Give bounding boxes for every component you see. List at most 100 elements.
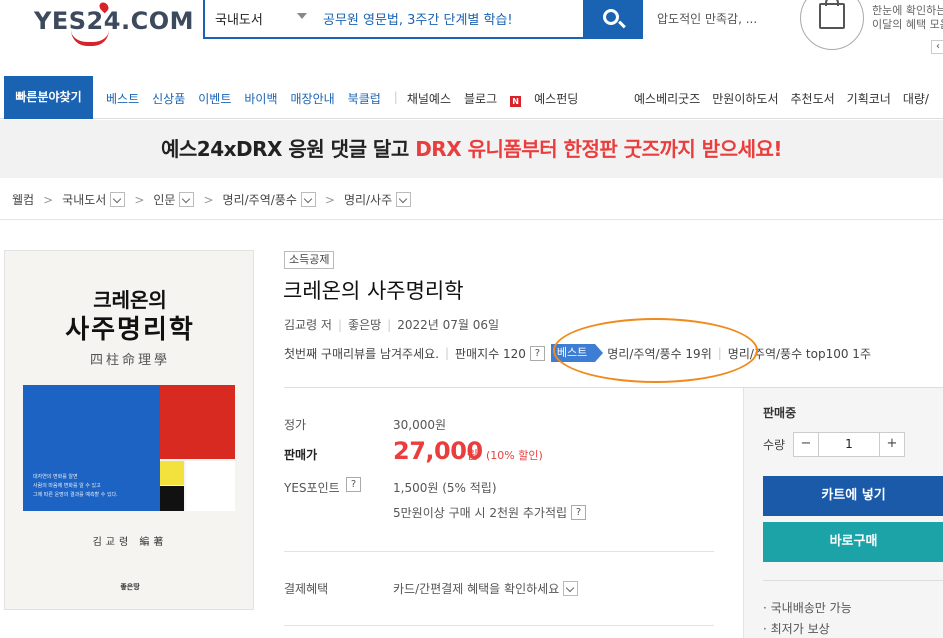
breadcrumb-home[interactable]: 웰컴 xyxy=(12,191,34,208)
nav-separator: | xyxy=(393,90,398,104)
sales-index-help-icon[interactable]: ? xyxy=(529,345,545,361)
divider xyxy=(763,580,943,581)
search-button[interactable] xyxy=(583,0,643,39)
hot-keyword-link[interactable]: 압도적인 만족감, ... xyxy=(657,10,757,27)
chevron-down-icon[interactable] xyxy=(563,581,579,596)
publish-date: 2022년 07월 06일 xyxy=(397,318,500,332)
nav-item-new[interactable]: 신상품 xyxy=(152,90,185,107)
breadcrumb-separator: > xyxy=(43,192,54,207)
header: YES24.COM 국내도서 압도적인 만족감, ... 한눈에 확인하는 이달… xyxy=(0,0,943,72)
banner-text-1: 예스24xDRX 응원 댓글 달고 xyxy=(160,137,416,161)
meta-separator: | xyxy=(337,318,343,332)
annotation-ellipse xyxy=(553,318,758,383)
breadcrumb-label: 명리/사주 xyxy=(343,193,393,207)
search-input[interactable] xyxy=(323,8,593,28)
cover-hanja-title: 四柱命理學 xyxy=(89,353,170,368)
cover-block-black xyxy=(160,486,184,511)
discount-rate: (10% 할인) xyxy=(486,449,543,462)
add-to-cart-button[interactable]: 카트에 넣기 xyxy=(763,476,943,516)
payment-benefit-text: 카드/간편결제 혜택을 확인하세요 xyxy=(393,582,560,596)
publisher-link[interactable]: 좋은땅 xyxy=(348,318,381,332)
cover-block-red xyxy=(160,385,235,459)
nav-item-goods[interactable]: 예스베리굿즈 xyxy=(634,90,700,107)
nav-item-special[interactable]: 기획코너 xyxy=(847,90,891,107)
nav-item-store[interactable]: 매장안내 xyxy=(291,90,335,107)
nav-item-blog[interactable]: 블로그 xyxy=(464,90,497,107)
breadcrumb-item[interactable]: 명리/사주 xyxy=(343,191,412,208)
nav-item-buyback[interactable]: 바이백 xyxy=(244,90,277,107)
review-prompt-link[interactable]: 첫번째 구매리뷰를 남겨주세요. xyxy=(284,345,439,362)
nav-item-event[interactable]: 이벤트 xyxy=(198,90,231,107)
product-meta: 김교령 저 | 좋은땅 | 2022년 07월 06일 xyxy=(284,316,499,333)
point-extra: 5만원이상 구매 시 2천원 추가적립? xyxy=(393,504,587,521)
search-bar: 국내도서 xyxy=(203,0,643,39)
promo-line-2: 이달의 혜택 모음 xyxy=(872,18,943,31)
quick-category-button[interactable]: 빠른분야찾기 xyxy=(4,76,93,119)
book-cover-image[interactable]: 크레온의 사주명리학 四柱命理學 대자연의 변화를 알면 사람의 마음에 변화를… xyxy=(4,250,254,610)
search-icon xyxy=(603,9,619,25)
nav-item-funding-label: 예스펀딩 xyxy=(534,92,579,106)
quantity-stepper: − 1 + xyxy=(793,432,905,457)
payment-benefit-label: 결제혜택 xyxy=(284,582,329,596)
author-link[interactable]: 김교령 저 xyxy=(284,318,332,332)
quantity-decrease-button[interactable]: − xyxy=(794,433,819,456)
breadcrumb-item[interactable]: 인문 xyxy=(153,191,195,208)
list-price-value: 30,000원 xyxy=(393,418,447,432)
breadcrumb-separator: > xyxy=(134,192,145,207)
chevron-down-icon[interactable] xyxy=(297,13,307,19)
cover-block-white xyxy=(186,461,235,511)
nav-left-menu: 베스트 신상품 이벤트 바이백 매장안내 북클럽 | 채널예스 블로그 N 예스펀… xyxy=(106,90,604,107)
nav-item-bookclub[interactable]: 북클럽 xyxy=(348,90,381,107)
point-help-icon[interactable]: ? xyxy=(346,477,361,492)
monthly-benefit-promo[interactable]: 한눈에 확인하는 이달의 혜택 모음 xyxy=(872,4,943,32)
point-extra-text: 5만원이상 구매 시 2천원 추가적립 xyxy=(393,506,568,520)
divider xyxy=(284,625,714,626)
cover-blurb-line: 그에 따른 운명의 결과를 예측할 수 있다. xyxy=(33,492,118,498)
point-extra-help-icon[interactable]: ? xyxy=(571,505,587,520)
sale-price-label: 판매가 xyxy=(284,448,318,462)
nav-right-menu: 예스베리굿즈 만원이하도서 추천도서 기획코너 대량/ xyxy=(634,90,941,107)
sales-index: 판매지수 120 xyxy=(455,346,526,361)
nav-item-best[interactable]: 베스트 xyxy=(106,90,139,107)
nav-item-recommended[interactable]: 추천도서 xyxy=(791,90,835,107)
quantity-input[interactable]: 1 xyxy=(819,433,879,456)
sale-status: 판매중 xyxy=(763,406,797,420)
cover-artwork: 대자연의 변화를 알면 사람의 마음에 변화를 알 수 있고 그에 따른 운명의… xyxy=(23,385,235,511)
nav-item-bulk[interactable]: 대량/ xyxy=(903,90,929,107)
point-label: YES포인트 xyxy=(284,481,340,495)
cover-blurb-line: 대자연의 변화를 알면 xyxy=(33,474,78,480)
cover-publisher: 좋은땅 xyxy=(120,583,140,591)
payment-benefit-toggle[interactable]: 카드/간편결제 혜택을 확인하세요 xyxy=(393,580,579,597)
chevron-down-icon[interactable] xyxy=(300,192,316,207)
shipping-note: · 국내배송만 가능 xyxy=(763,601,852,615)
cover-block-yellow xyxy=(160,461,184,485)
promo-prev-button[interactable]: ‹ xyxy=(931,40,943,54)
sale-price-unit: 원 xyxy=(467,448,479,462)
promo-banner[interactable]: 예스24xDRX 응원 댓글 달고 DRX 유니폼부터 한정판 굿즈까지 받으세… xyxy=(0,120,943,178)
point-value: 1,500원 (5% 적립) xyxy=(393,481,497,495)
buy-now-button[interactable]: 바로구매 xyxy=(763,522,943,562)
breadcrumb-label: 인문 xyxy=(153,193,176,207)
cover-blurb-line: 사람의 마음에 변화를 알 수 있고 xyxy=(33,483,101,489)
product-title: 크레온의 사주명리학 xyxy=(283,279,464,303)
price-guarantee-note[interactable]: · 최저가 보상 xyxy=(763,620,830,637)
breadcrumb: 웰컴 > 국내도서 > 인문 > 명리/주역/풍수 > 명리/사주 xyxy=(0,178,943,220)
quantity-increase-button[interactable]: + xyxy=(879,433,904,456)
chevron-down-icon[interactable] xyxy=(396,192,412,207)
yes24-logo[interactable]: YES24.COM xyxy=(34,0,193,50)
divider xyxy=(284,551,714,552)
chevron-down-icon[interactable] xyxy=(179,192,195,207)
tax-deduction-badge: 소득공제 xyxy=(284,251,335,269)
meta-separator: | xyxy=(387,318,392,332)
promo-line-1: 한눈에 확인하는 xyxy=(872,4,943,17)
search-icon-handle xyxy=(618,20,626,29)
chevron-down-icon[interactable] xyxy=(110,192,126,207)
cover-author: 김교령 編著 xyxy=(92,537,168,548)
breadcrumb-item[interactable]: 명리/주역/풍수 xyxy=(223,191,316,208)
funding-n-icon: N xyxy=(510,96,522,107)
nav-item-channel-yes[interactable]: 채널예스 xyxy=(407,90,451,107)
nav-item-funding[interactable]: N 예스펀딩 xyxy=(510,90,591,107)
breadcrumb-item[interactable]: 국내도서 xyxy=(62,191,126,208)
cover-title-large: 사주명리학 xyxy=(65,315,195,345)
nav-item-under-10000[interactable]: 만원이하도서 xyxy=(712,90,778,107)
